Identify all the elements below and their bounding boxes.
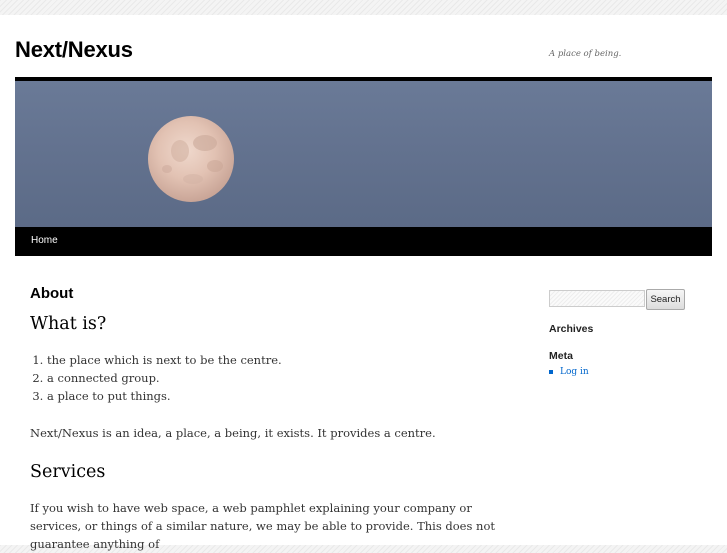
list-item: a place to put things. [47, 387, 500, 405]
site-title[interactable]: Next/Nexus [15, 37, 133, 63]
meta-widget-title: Meta [549, 350, 573, 362]
nav-item-home[interactable]: Home [31, 235, 58, 246]
heading-services: Services [30, 462, 106, 482]
heading-what-is: What is? [30, 314, 107, 334]
site-description: A place of being. [549, 49, 622, 59]
page-wrapper: Next/Nexus A place of being. Home About … [0, 15, 727, 551]
moon-shape [148, 116, 234, 202]
archives-widget-title: Archives [549, 323, 594, 335]
list-item: the place which is next to be the centre… [47, 351, 500, 369]
main-navigation: Home [15, 227, 712, 256]
meta-widget: Meta Log in [549, 350, 589, 378]
page-title: About [30, 285, 74, 302]
meta-list: Log in [549, 366, 589, 378]
search-input[interactable] [549, 290, 645, 307]
main-content: About What is? the place which is next t… [30, 285, 500, 553]
intro-paragraph: Next/Nexus is an idea, a place, a being,… [30, 426, 436, 440]
list-item: a connected group. [47, 369, 500, 387]
definition-list: the place which is next to be the centre… [30, 351, 500, 405]
search-form: Search [549, 289, 699, 310]
search-button[interactable]: Search [646, 289, 685, 310]
header-image [15, 77, 712, 231]
list-item: Log in [549, 366, 589, 378]
login-link[interactable]: Log in [560, 367, 589, 377]
sidebar: Search Archives Meta Log in [549, 289, 699, 377]
moon-image [148, 116, 234, 202]
